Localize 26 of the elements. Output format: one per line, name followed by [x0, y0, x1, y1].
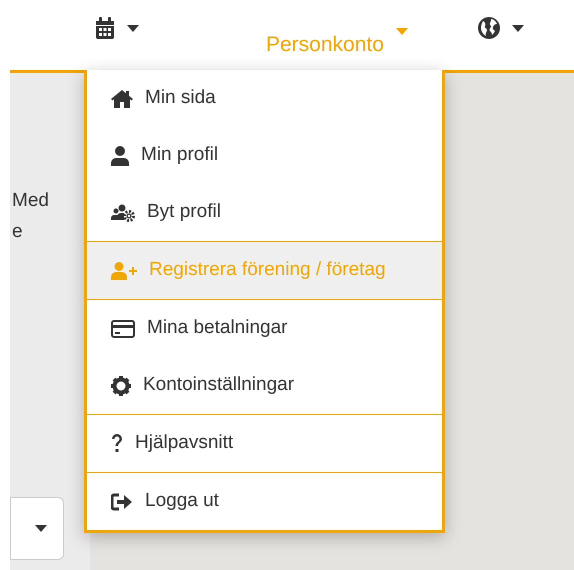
menu-item[interactable]: Min profil: [87, 127, 442, 184]
credit-card-icon: [111, 320, 135, 338]
globe-icon: [478, 17, 500, 39]
menu-item[interactable]: Kontoinställningar: [87, 357, 442, 414]
background-text: Med: [11, 189, 49, 213]
question-icon: [111, 434, 123, 454]
caret-icon: [35, 525, 47, 532]
nav-dropdown[interactable]: [95, 17, 139, 39]
home-icon: [111, 90, 133, 108]
calendar-icon: [95, 17, 115, 39]
menu-item[interactable]: Logga ut: [87, 473, 442, 530]
background-text: e: [11, 220, 23, 244]
user-icon: [111, 146, 129, 166]
caret-icon: [127, 24, 139, 32]
users-gear-icon: [111, 204, 135, 222]
user-plus-icon: [111, 262, 137, 280]
caret-icon: [512, 24, 524, 32]
menu-item[interactable]: Min sida: [87, 70, 442, 127]
menu-item[interactable]: Hjälpavsnitt: [87, 415, 442, 472]
select-field[interactable]: [10, 497, 64, 560]
nav-dropdown[interactable]: [478, 17, 524, 39]
sign-out-icon: [111, 492, 133, 510]
caret-icon: [396, 28, 408, 35]
menu-item[interactable]: Byt profil: [87, 184, 442, 241]
gear-icon: [111, 376, 131, 396]
menu-item[interactable]: Mina betalningar: [87, 300, 442, 357]
